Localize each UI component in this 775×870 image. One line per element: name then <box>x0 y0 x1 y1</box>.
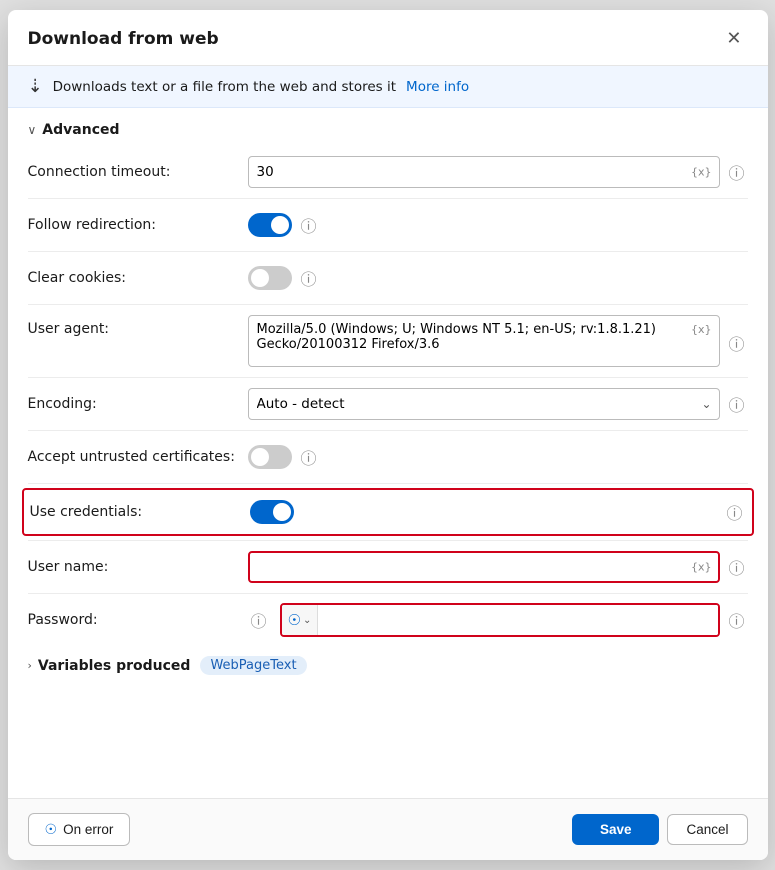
use-credentials-info-button[interactable]: ⓘ <box>724 501 746 523</box>
use-credentials-toggle[interactable] <box>250 500 294 524</box>
user-name-input-wrap: {x} <box>248 551 720 583</box>
user-name-input[interactable] <box>248 551 720 583</box>
follow-redirection-row: Follow redirection: ⓘ <box>28 201 748 249</box>
download-icon: ⇣ <box>28 76 43 97</box>
user-agent-input-wrap: Mozilla/5.0 (Windows; U; Windows NT 5.1;… <box>248 315 720 371</box>
encoding-row: Encoding: Auto - detect UTF-8 UTF-16 ASC… <box>28 380 748 428</box>
variables-chevron-icon: › <box>28 659 32 672</box>
password-row: Password: ⓘ ☉ ⌄ ⓘ <box>28 596 748 644</box>
info-banner: ⇣ Downloads text or a file from the web … <box>8 66 768 108</box>
clear-cookies-toggle[interactable] <box>248 266 292 290</box>
footer-right: Save Cancel <box>572 814 748 845</box>
password-chevron-icon: ⌄ <box>303 615 311 626</box>
connection-timeout-row: Connection timeout: {x} ⓘ <box>28 148 748 196</box>
advanced-chevron: ∨ <box>28 123 37 137</box>
follow-redirection-toggle[interactable] <box>248 213 292 237</box>
variables-label: Variables produced <box>38 658 191 674</box>
password-right-info-button[interactable]: ⓘ <box>726 609 748 631</box>
on-error-button[interactable]: ☉ On error <box>28 813 131 846</box>
variables-section: › Variables produced WebPageText <box>8 644 768 683</box>
password-label: Password: <box>28 612 248 628</box>
advanced-section-header[interactable]: ∨ Advanced <box>8 108 768 148</box>
advanced-form-rows: Connection timeout: {x} ⓘ Follow redirec… <box>8 148 768 644</box>
accept-untrusted-row: Accept untrusted certificates: ⓘ <box>28 433 748 481</box>
password-control: ⓘ ☉ ⌄ ⓘ <box>248 603 748 637</box>
encoding-select[interactable]: Auto - detect UTF-8 UTF-16 ASCII ISO-885… <box>248 388 720 420</box>
more-info-link[interactable]: More info <box>406 79 469 95</box>
encoding-label: Encoding: <box>28 396 248 412</box>
password-info-button[interactable]: ⓘ <box>248 609 270 631</box>
dialog-title: Download from web <box>28 29 219 49</box>
follow-redirection-info-button[interactable]: ⓘ <box>298 214 320 236</box>
connection-timeout-info-button[interactable]: ⓘ <box>726 161 748 183</box>
accept-untrusted-slider <box>248 445 292 469</box>
close-button[interactable]: ✕ <box>720 26 747 51</box>
password-prefix-button[interactable]: ☉ ⌄ <box>282 605 319 635</box>
user-name-label: User name: <box>28 559 248 575</box>
connection-timeout-input[interactable] <box>248 156 720 188</box>
variable-chip-webpagetext: WebPageText <box>200 656 306 675</box>
use-credentials-row: Use credentials: ⓘ <box>22 488 754 536</box>
user-agent-row: User agent: Mozilla/5.0 (Windows; U; Win… <box>28 307 748 375</box>
user-agent-info-button[interactable]: ⓘ <box>726 332 748 354</box>
advanced-section-label: Advanced <box>42 122 119 138</box>
clear-cookies-info-button[interactable]: ⓘ <box>298 267 320 289</box>
use-credentials-label: Use credentials: <box>30 504 250 520</box>
encoding-select-wrap: Auto - detect UTF-8 UTF-16 ASCII ISO-885… <box>248 388 720 420</box>
clear-cookies-slider <box>248 266 292 290</box>
cancel-button[interactable]: Cancel <box>667 814 747 845</box>
on-error-label: On error <box>63 822 113 837</box>
encoding-info-button[interactable]: ⓘ <box>726 393 748 415</box>
user-name-info-button[interactable]: ⓘ <box>726 556 748 578</box>
clear-cookies-row: Clear cookies: ⓘ <box>28 254 748 302</box>
save-button[interactable]: Save <box>572 814 660 845</box>
accept-untrusted-label: Accept untrusted certificates: <box>28 449 248 465</box>
connection-timeout-control: {x} ⓘ <box>248 156 748 188</box>
dialog-body-wrap: ∨ Advanced Connection timeout: {x} ⓘ <box>8 108 768 798</box>
use-credentials-control: ⓘ <box>250 500 746 524</box>
follow-redirection-control: ⓘ <box>248 213 748 237</box>
user-name-row: User name: {x} ⓘ <box>28 543 748 591</box>
variables-header[interactable]: › Variables produced <box>28 658 191 674</box>
follow-redirection-slider <box>248 213 292 237</box>
accept-untrusted-control: ⓘ <box>248 445 748 469</box>
clear-cookies-label: Clear cookies: <box>28 270 248 286</box>
footer-left: ☉ On error <box>28 813 131 846</box>
encoding-control: Auto - detect UTF-8 UTF-16 ASCII ISO-885… <box>248 388 748 420</box>
banner-text: Downloads text or a file from the web an… <box>53 79 396 95</box>
user-agent-control: Mozilla/5.0 (Windows; U; Windows NT 5.1;… <box>248 315 748 371</box>
connection-timeout-label: Connection timeout: <box>28 164 248 180</box>
password-field: ☉ ⌄ <box>280 603 720 637</box>
connection-timeout-input-wrap: {x} <box>248 156 720 188</box>
shield-on-error-icon: ☉ <box>45 821 58 838</box>
shield-icon: ☉ <box>288 611 301 629</box>
user-agent-label: User agent: <box>28 315 248 337</box>
clear-cookies-control: ⓘ <box>248 266 748 290</box>
dialog-body: ∨ Advanced Connection timeout: {x} ⓘ <box>8 108 768 693</box>
user-agent-textarea[interactable]: Mozilla/5.0 (Windows; U; Windows NT 5.1;… <box>248 315 720 367</box>
dialog-footer: ☉ On error Save Cancel <box>8 798 768 860</box>
accept-untrusted-info-button[interactable]: ⓘ <box>298 446 320 468</box>
download-from-web-dialog: Download from web ✕ ⇣ Downloads text or … <box>8 10 768 860</box>
accept-untrusted-toggle[interactable] <box>248 445 292 469</box>
password-input[interactable] <box>318 605 717 635</box>
user-name-control: {x} ⓘ <box>248 551 748 583</box>
use-credentials-slider <box>250 500 294 524</box>
dialog-header: Download from web ✕ <box>8 10 768 66</box>
follow-redirection-label: Follow redirection: <box>28 217 248 233</box>
